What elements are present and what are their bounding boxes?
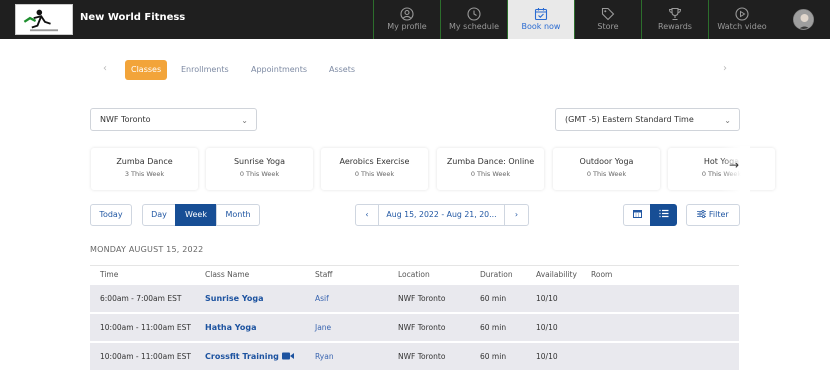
- nav-label: My schedule: [448, 22, 500, 31]
- col-location: Location: [398, 270, 430, 279]
- tab-classes[interactable]: Classes: [125, 60, 168, 80]
- nav-watch-video[interactable]: Watch video: [708, 0, 775, 39]
- calendar-view-button[interactable]: [623, 204, 651, 226]
- card-count: 0 This Week: [470, 170, 511, 178]
- row-availability: 10/10: [536, 294, 558, 303]
- location-select[interactable]: NWF Toronto ⌄: [90, 108, 257, 131]
- nav-rewards[interactable]: Rewards: [641, 0, 708, 39]
- trophy-icon: [668, 6, 682, 21]
- nav-my-schedule[interactable]: My schedule: [440, 0, 507, 39]
- card-title: Sunrise Yoga: [233, 157, 286, 166]
- tab-enrollments[interactable]: Enrollments: [181, 60, 229, 80]
- clock-icon: [467, 6, 481, 21]
- profile-icon: [400, 6, 414, 21]
- filter-label: Filter: [708, 210, 729, 219]
- nav-label: Watch video: [717, 22, 767, 31]
- calendar-icon: [632, 210, 642, 219]
- col-staff: Staff: [315, 270, 333, 279]
- date-range-button[interactable]: Aug 15, 2022 - Aug 21, 20...: [378, 204, 505, 226]
- day-view-button[interactable]: Day: [142, 204, 176, 226]
- class-card-zumba-dance[interactable]: Zumba Dance 3 This Week: [91, 148, 198, 190]
- row-staff-link[interactable]: Ryan: [315, 352, 334, 361]
- nav-label: Store: [597, 22, 619, 31]
- row-class-link[interactable]: Hatha Yoga: [205, 323, 256, 332]
- play-icon: [735, 6, 749, 21]
- chevron-left-icon[interactable]: ‹: [103, 63, 107, 74]
- row-duration: 60 min: [480, 294, 507, 303]
- row-location: NWF Toronto: [398, 294, 446, 303]
- col-duration: Duration: [480, 270, 513, 279]
- nav-book-now[interactable]: Book now: [507, 0, 574, 39]
- nav-label: My profile: [387, 22, 427, 31]
- row-time: 10:00am - 11:00am EST: [100, 352, 191, 361]
- card-count: 0 This Week: [354, 170, 395, 178]
- class-card-zumba-online[interactable]: Zumba Dance: Online 0 This Week: [437, 148, 544, 190]
- row-time: 10:00am - 11:00am EST: [100, 323, 191, 332]
- row-staff-link[interactable]: Jane: [315, 323, 331, 332]
- chevron-right-icon: ›: [514, 210, 519, 219]
- week-view-button[interactable]: Week: [175, 204, 217, 226]
- row-staff-link[interactable]: Asif: [315, 294, 329, 303]
- tag-icon: [601, 6, 615, 21]
- chevron-down-icon: ⌄: [724, 116, 731, 125]
- card-count: 0 This Week: [586, 170, 627, 178]
- calendar-check-icon: [534, 6, 548, 21]
- card-title: Zumba Dance: [116, 157, 173, 166]
- month-view-button[interactable]: Month: [216, 204, 260, 226]
- table-header: Time Class Name Staff Location Duration …: [90, 265, 739, 284]
- row-class-link[interactable]: Sunrise Yoga: [205, 294, 264, 303]
- timezone-select[interactable]: (GMT -5) Eastern Standard Time ⌄: [555, 108, 740, 131]
- class-card-aerobics[interactable]: Aerobics Exercise 0 This Week: [321, 148, 428, 190]
- chevron-right-icon[interactable]: ›: [723, 63, 727, 74]
- chevron-down-icon: ⌄: [241, 116, 248, 125]
- row-location: NWF Toronto: [398, 323, 446, 332]
- chevron-left-icon: ‹: [365, 210, 369, 219]
- card-title: Outdoor Yoga: [579, 157, 634, 166]
- today-button[interactable]: Today: [90, 204, 132, 226]
- brand-logo[interactable]: [15, 4, 73, 35]
- location-value: NWF Toronto: [100, 115, 151, 124]
- brand-name: New World Fitness: [80, 12, 186, 23]
- list-icon: [659, 209, 669, 219]
- row-availability: 10/10: [536, 352, 558, 361]
- prev-week-button[interactable]: ‹: [355, 204, 379, 226]
- table-row[interactable]: 10:00am - 11:00am EST Hatha Yoga Jane NW…: [90, 313, 739, 341]
- table-row[interactable]: 6:00am - 7:00am EST Sunrise Yoga Asif NW…: [90, 284, 739, 312]
- user-avatar[interactable]: [793, 9, 814, 30]
- class-card-sunrise-yoga[interactable]: Sunrise Yoga 0 This Week: [206, 148, 313, 190]
- card-count: 0 This Week: [239, 170, 280, 178]
- next-week-button[interactable]: ›: [504, 204, 529, 226]
- row-duration: 60 min: [480, 352, 507, 361]
- card-count: 3 This Week: [124, 170, 165, 178]
- col-time: Time: [100, 270, 119, 279]
- top-nav-bar: New World Fitness My profile My schedule…: [0, 0, 830, 39]
- tab-appointments[interactable]: Appointments: [251, 60, 307, 80]
- row-class-link[interactable]: Crossfit Training: [205, 352, 294, 362]
- card-title: Aerobics Exercise: [339, 157, 410, 166]
- sliders-icon: [697, 209, 709, 219]
- table-row[interactable]: 10:00am - 11:00am EST Crossfit Training …: [90, 342, 739, 370]
- row-location: NWF Toronto: [398, 352, 446, 361]
- tab-assets[interactable]: Assets: [329, 60, 355, 80]
- filter-button[interactable]: Filter: [686, 204, 740, 226]
- nav-my-profile[interactable]: My profile: [373, 0, 440, 39]
- nav-store[interactable]: Store: [574, 0, 641, 39]
- col-room: Room: [591, 270, 613, 279]
- nav-label: Rewards: [658, 22, 692, 31]
- col-class-name: Class Name: [205, 270, 250, 279]
- row-duration: 60 min: [480, 323, 507, 332]
- video-camera-icon: [281, 352, 294, 362]
- list-view-button[interactable]: [650, 204, 677, 226]
- nav-label: Book now: [521, 22, 561, 31]
- class-card-outdoor-yoga[interactable]: Outdoor Yoga 0 This Week: [553, 148, 660, 190]
- card-title: Zumba Dance: Online: [446, 157, 535, 166]
- timezone-value: (GMT -5) Eastern Standard Time: [565, 115, 694, 124]
- arrow-right-icon[interactable]: →: [729, 158, 739, 172]
- col-availability: Availability: [536, 270, 577, 279]
- row-availability: 10/10: [536, 323, 558, 332]
- row-time: 6:00am - 7:00am EST: [100, 294, 182, 303]
- row-class-name: Crossfit Training: [205, 352, 279, 361]
- day-heading: MONDAY AUGUST 15, 2022: [90, 245, 204, 254]
